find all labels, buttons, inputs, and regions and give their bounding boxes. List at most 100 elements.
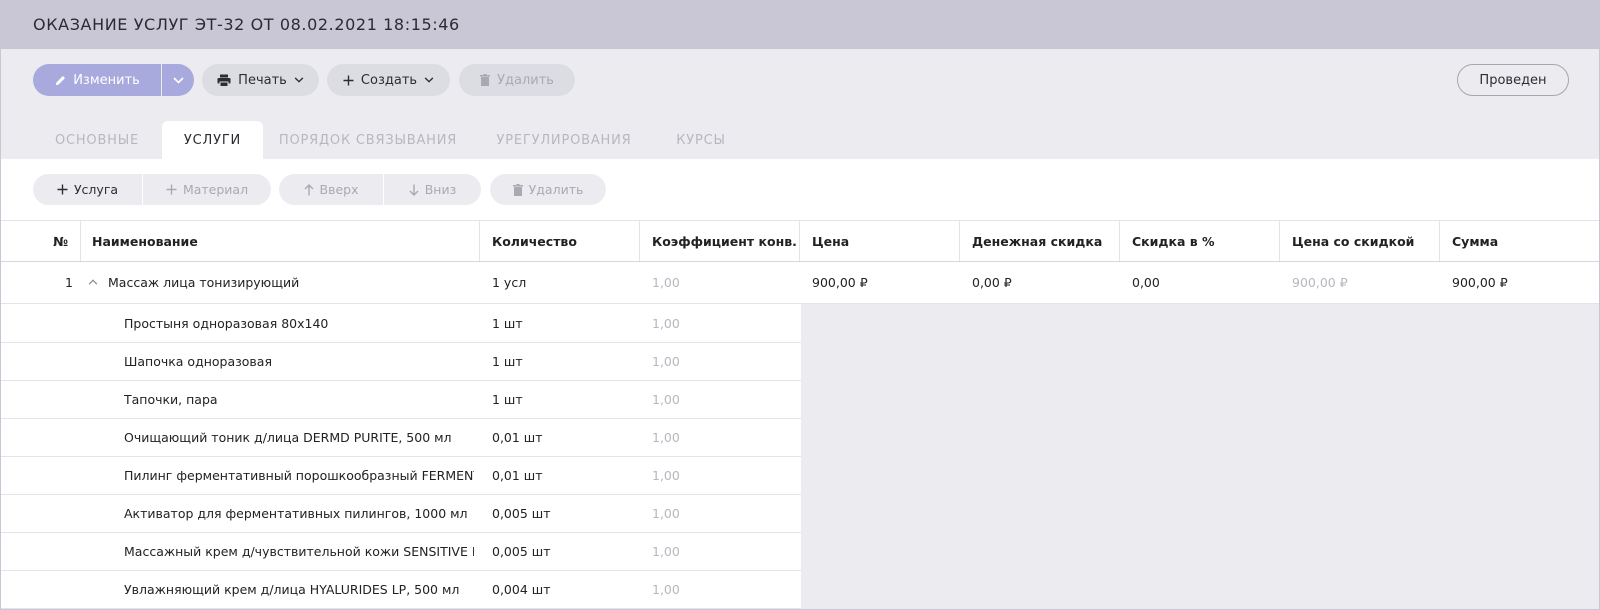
add-service-label: Услуга: [73, 182, 119, 197]
tab-adjustments[interactable]: УРЕГУЛИРОВАНИЯ: [487, 121, 641, 159]
main-toolbar: Изменить Печать Создать Удалить Проведен: [1, 49, 1599, 111]
pencil-icon: [54, 74, 67, 87]
plus-icon: [343, 75, 354, 86]
column-divider: [639, 221, 640, 261]
material-coefficient: 1,00: [652, 506, 680, 521]
chevron-up-icon: [88, 279, 98, 285]
plus-icon: [166, 184, 177, 195]
column-header-quantity[interactable]: Количество: [492, 221, 642, 261]
edit-button-group: Изменить: [33, 64, 194, 96]
print-button-label: Печать: [238, 72, 287, 88]
delete-button[interactable]: Удалить: [459, 64, 575, 96]
material-coefficient: 1,00: [652, 582, 680, 597]
chevron-down-icon: [172, 76, 184, 84]
edit-dropdown-button[interactable]: [162, 64, 194, 96]
service-coefficient: 1,00: [652, 274, 680, 290]
tab-main[interactable]: ОСНОВНЫЕ: [33, 121, 161, 159]
delete-row-label: Удалить: [528, 182, 584, 197]
material-coefficient: 1,00: [652, 544, 680, 559]
material-quantity: 0,01 шт: [492, 430, 543, 445]
add-material-button[interactable]: Материал: [143, 174, 271, 205]
create-button[interactable]: Создать: [327, 64, 450, 96]
services-table: № Наименование Количество Коэффициент ко…: [1, 221, 1599, 609]
material-name: Увлажняющий крем д/лица HYALURIDES LP, 5…: [124, 582, 460, 597]
material-quantity: 1 шт: [492, 354, 523, 369]
tab-courses[interactable]: КУРСЫ: [663, 121, 739, 159]
column-divider: [1439, 221, 1440, 261]
service-sum: 900,00 ₽: [1452, 274, 1508, 290]
material-quantity: 0,01 шт: [492, 468, 543, 483]
trash-icon: [512, 183, 523, 196]
column-header-name[interactable]: Наименование: [92, 221, 472, 261]
tab-services[interactable]: УСЛУГИ: [162, 121, 263, 159]
edit-button-label: Изменить: [73, 72, 140, 88]
service-name: Массаж лица тонизирующий: [108, 274, 300, 290]
add-service-button[interactable]: Услуга: [33, 174, 142, 205]
tab-bar: ОСНОВНЫЕ УСЛУГИ ПОРЯДОК СВЯЗЫВАНИЯ УРЕГУ…: [1, 111, 1599, 159]
column-header-percent-discount[interactable]: Скидка в %: [1132, 221, 1278, 261]
service-money-discount: 0,00 ₽: [972, 274, 1012, 290]
arrow-down-icon: [409, 184, 419, 196]
column-divider: [1119, 221, 1120, 261]
services-toolbar: Услуга Материал Вверх Вниз Удалить: [1, 159, 1599, 221]
column-divider: [799, 221, 800, 261]
material-name: Очищающий тоник д/лица DERMD PURITE, 500…: [124, 430, 452, 445]
material-quantity: 1 шт: [492, 392, 523, 407]
column-header-price[interactable]: Цена: [812, 221, 958, 261]
column-header-coefficient[interactable]: Коэффициент конв...: [652, 221, 798, 261]
chevron-down-icon: [294, 77, 304, 83]
tab-linking-order[interactable]: ПОРЯДОК СВЯЗЫВАНИЯ: [273, 121, 463, 159]
column-header-discounted-price[interactable]: Цена со скидкой: [1292, 221, 1438, 261]
service-price: 900,00 ₽: [812, 274, 868, 290]
material-quantity: 0,005 шт: [492, 544, 551, 559]
material-coefficient: 1,00: [652, 354, 680, 369]
service-discounted-price: 900,00 ₽: [1292, 274, 1348, 290]
plus-icon: [57, 184, 68, 195]
column-divider: [80, 221, 81, 261]
status-button[interactable]: Проведен: [1457, 64, 1569, 96]
print-button[interactable]: Печать: [202, 64, 319, 96]
document-title: ОКАЗАНИЕ УСЛУГ ЭТ-32 ОТ 08.02.2021 18:15…: [33, 15, 460, 34]
column-header-number[interactable]: №: [53, 221, 79, 261]
document-window: ОКАЗАНИЕ УСЛУГ ЭТ-32 ОТ 08.02.2021 18:15…: [0, 0, 1600, 610]
column-header-money-discount[interactable]: Денежная скидка: [972, 221, 1118, 261]
move-down-button[interactable]: Вниз: [384, 174, 481, 205]
row-number: 1: [65, 274, 73, 290]
material-coefficient: 1,00: [652, 392, 680, 407]
edit-button[interactable]: Изменить: [33, 64, 161, 96]
move-up-button[interactable]: Вверх: [279, 174, 383, 205]
delete-button-label: Удалить: [497, 72, 554, 88]
material-name: Простыня одноразовая 80х140: [124, 315, 329, 331]
status-button-label: Проведен: [1479, 72, 1547, 88]
material-name: Тапочки, пара: [124, 392, 218, 407]
add-material-label: Материал: [182, 182, 249, 197]
material-name: Активатор для ферментативных пилингов, 1…: [124, 506, 468, 521]
material-coefficient: 1,00: [652, 468, 680, 483]
material-quantity: 1 шт: [492, 315, 523, 331]
column-divider: [479, 221, 480, 261]
move-up-label: Вверх: [319, 182, 359, 197]
column-header-sum[interactable]: Сумма: [1452, 221, 1598, 261]
delete-row-button[interactable]: Удалить: [490, 174, 606, 205]
printer-icon: [217, 74, 231, 87]
service-percent-discount: 0,00: [1132, 274, 1160, 290]
service-quantity: 1 усл: [492, 274, 527, 290]
chevron-down-icon: [424, 77, 434, 83]
material-coefficient: 1,00: [652, 430, 680, 445]
title-bar: ОКАЗАНИЕ УСЛУГ ЭТ-32 ОТ 08.02.2021 18:15…: [1, 1, 1599, 49]
move-down-label: Вниз: [424, 182, 457, 197]
create-button-label: Создать: [360, 72, 418, 88]
material-name: Пилинг ферментативный порошкообразный FE…: [124, 468, 474, 483]
material-coefficient: 1,00: [652, 315, 680, 331]
material-name: Массажный крем д/чувствительной кожи SEN…: [124, 544, 474, 559]
material-name: Шапочка одноразовая: [124, 354, 272, 369]
material-quantity: 0,004 шт: [492, 582, 551, 597]
row-divider: [1, 608, 801, 609]
column-divider: [1279, 221, 1280, 261]
collapse-row-button[interactable]: [88, 262, 104, 302]
column-divider: [959, 221, 960, 261]
material-quantity: 0,005 шт: [492, 506, 551, 521]
readonly-area: [801, 304, 1599, 609]
trash-icon: [480, 74, 491, 86]
arrow-up-icon: [304, 183, 314, 196]
